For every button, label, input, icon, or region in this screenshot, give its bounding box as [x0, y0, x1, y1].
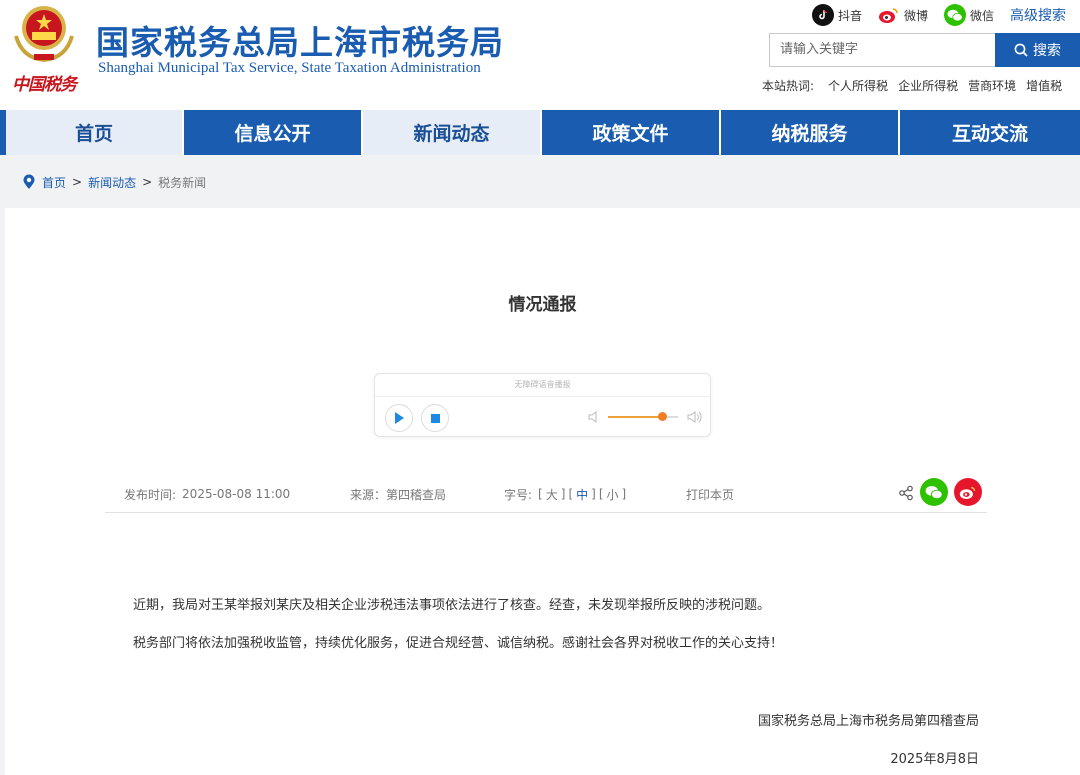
stop-button[interactable]	[421, 404, 449, 432]
weibo-label: 微博	[904, 8, 929, 23]
wechat-icon	[925, 485, 943, 499]
volume-slider[interactable]	[608, 412, 678, 421]
nav-item-interaction[interactable]: 互动交流	[900, 110, 1080, 155]
share-weibo-button[interactable]	[954, 478, 982, 506]
main-nav: 首页 信息公开 新闻动态 政策文件 纳税服务 互动交流	[0, 110, 1080, 155]
hot-keyword[interactable]: 个人所得税	[828, 77, 888, 94]
search-button[interactable]: 搜索	[995, 33, 1080, 67]
weibo-link[interactable]: 微博	[878, 4, 928, 26]
divider	[105, 512, 987, 513]
volume-low-icon	[588, 411, 597, 423]
nav-item-tax-service[interactable]: 纳税服务	[721, 110, 900, 155]
douyin-link[interactable]: 抖音	[812, 4, 862, 26]
font-medium-button[interactable]: 中	[576, 486, 588, 503]
breadcrumb-separator: >	[142, 175, 153, 189]
article-date: 2025年8月8日	[890, 752, 979, 767]
site-subtitle: Shanghai Municipal Tax Service, State Ta…	[98, 60, 481, 76]
print-link[interactable]: 打印本页	[686, 484, 734, 504]
publish-time-value: 2025-08-08 11:00	[182, 487, 291, 501]
source-label: 来源：	[350, 487, 387, 502]
hot-keywords-label: 本站热词:	[762, 79, 815, 93]
hot-keywords: 本站热词: 个人所得税 企业所得税 营商环境 增值税	[762, 77, 1062, 94]
douyin-label: 抖音	[838, 8, 863, 23]
search-icon	[1014, 43, 1028, 57]
player-label: 无障碍语音播报	[514, 380, 571, 389]
source: 来源： 第四稽查局	[350, 484, 446, 504]
weibo-icon	[959, 486, 976, 499]
article-paragraph: 税务部门将依法加强税收监管，持续优化服务，促进合规经营、诚信纳税。感谢社会各界对…	[133, 636, 784, 651]
article-panel: 情况通报 无障碍语音播报 发布时间: 2025-08-08 11:00 来源： …	[5, 208, 1080, 775]
site-title[interactable]: 国家税务总局上海市税务局	[96, 16, 504, 64]
publish-time: 发布时间: 2025-08-08 11:00	[124, 484, 290, 504]
hot-keyword[interactable]: 营商环境	[968, 77, 1016, 94]
national-emblem-icon	[14, 6, 74, 63]
source-value: 第四稽查局	[386, 487, 447, 502]
font-size-control: 字号: [ 大 ][ 中 ][ 小 ]	[504, 486, 627, 503]
play-icon	[395, 412, 404, 424]
brand-logo-script: 中国税务	[12, 75, 77, 95]
breadcrumb-news[interactable]: 新闻动态	[88, 174, 136, 191]
wechat-link[interactable]: 微信	[944, 4, 994, 26]
hot-keyword[interactable]: 企业所得税	[898, 77, 958, 94]
douyin-icon	[812, 4, 834, 26]
share-wechat-button[interactable]	[920, 478, 948, 506]
font-size-label: 字号:	[504, 487, 533, 502]
breadcrumb-separator: >	[72, 175, 83, 189]
nav-item-info-disclosure[interactable]: 信息公开	[184, 110, 363, 155]
nav-item-policy[interactable]: 政策文件	[542, 110, 721, 155]
play-button[interactable]	[385, 404, 413, 432]
audio-player: 无障碍语音播报	[374, 373, 711, 437]
wechat-label: 微信	[970, 8, 995, 23]
wechat-icon	[944, 4, 966, 26]
font-small-button[interactable]: 小	[607, 486, 619, 503]
weibo-icon	[878, 4, 900, 26]
location-pin-icon	[23, 174, 35, 189]
article-title: 情况通报	[508, 295, 577, 315]
search-input[interactable]: 请输入关键字	[769, 33, 995, 67]
volume-high-icon	[687, 411, 702, 423]
hot-keyword[interactable]: 增值税	[1026, 77, 1062, 94]
breadcrumb: 首页 > 新闻动态 > 税务新闻	[22, 172, 206, 192]
publish-time-label: 发布时间:	[124, 487, 177, 502]
nav-item-news[interactable]: 新闻动态	[363, 110, 542, 155]
share-icon[interactable]	[898, 485, 914, 501]
font-large-button[interactable]: 大	[546, 486, 558, 503]
nav-item-home[interactable]: 首页	[6, 110, 184, 155]
advanced-search-link[interactable]: 高级搜索	[1010, 5, 1066, 25]
article-signature: 国家税务总局上海市税务局第四稽查局	[757, 714, 979, 729]
article-paragraph: 近期，我局对王某举报刘某庆及相关企业涉税违法事项依法进行了核查。经查，未发现举报…	[133, 598, 771, 613]
site-header: 中国税务 国家税务总局上海市税务局 Shanghai Municipal Tax…	[0, 0, 1080, 110]
breadcrumb-home[interactable]: 首页	[42, 174, 66, 191]
breadcrumb-current: 税务新闻	[158, 175, 207, 190]
volume-knob[interactable]	[658, 412, 667, 421]
stop-icon	[430, 413, 440, 423]
search-button-label: 搜索	[1033, 43, 1061, 59]
